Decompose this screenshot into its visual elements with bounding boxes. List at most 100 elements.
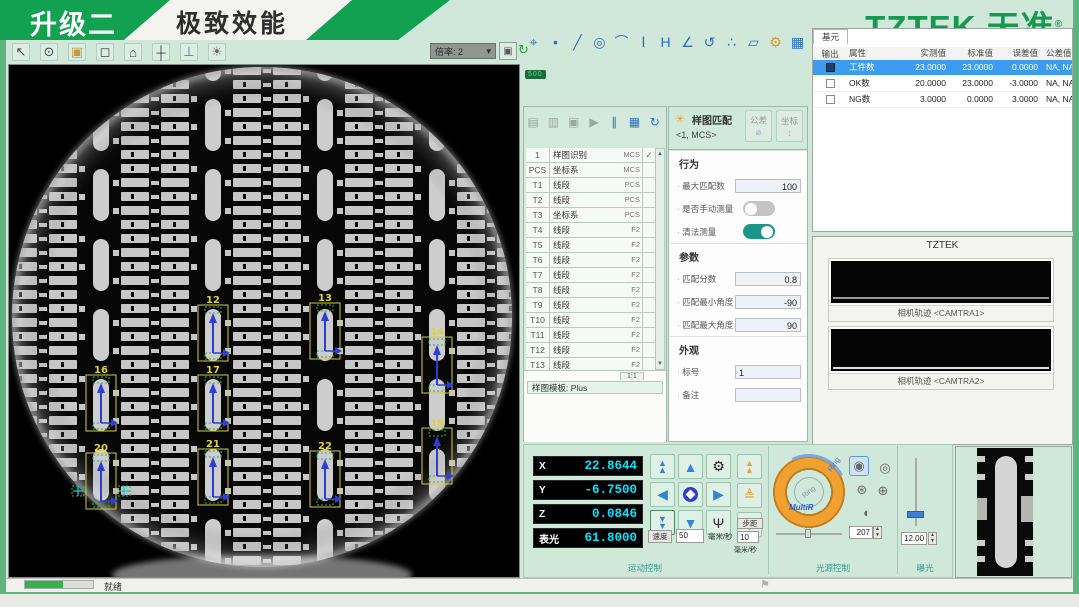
- speed-button[interactable]: 速度: [648, 530, 672, 543]
- results-cell: 23.0000: [950, 60, 997, 75]
- dro-axis-X: X22.8644: [533, 456, 643, 476]
- settings-gear-icon[interactable]: ⚙: [706, 454, 731, 479]
- z-up-fast-button[interactable]: ▲▲: [737, 454, 762, 479]
- crosshair-tool-icon[interactable]: ┼: [152, 43, 170, 61]
- copy-step-icon[interactable]: ▥: [547, 113, 559, 131]
- output-checkbox[interactable]: [826, 63, 835, 72]
- point-tool-icon[interactable]: •: [548, 33, 563, 51]
- results-cell: NA, NA: [1042, 92, 1072, 107]
- refresh-icon[interactable]: ↻: [649, 113, 661, 131]
- fit-view-icon[interactable]: ◻: [96, 43, 114, 61]
- step-distance-input[interactable]: 10: [737, 531, 759, 543]
- step-row[interactable]: T9线段F2: [526, 298, 655, 313]
- param-input[interactable]: -90: [735, 295, 801, 309]
- jog-right-button[interactable]: ▶: [706, 482, 731, 507]
- run-icon[interactable]: ▶: [588, 113, 600, 131]
- results-row[interactable]: 工件数23.000023.00000.0000NA, NA: [813, 60, 1072, 76]
- output-checkbox[interactable]: [826, 79, 835, 88]
- jog-left-button[interactable]: ◀: [650, 482, 675, 507]
- step-row[interactable]: T7线段F2: [526, 268, 655, 283]
- snapshot-button[interactable]: ▣: [499, 42, 517, 60]
- param-label: 最大匹配数: [677, 180, 735, 192]
- step-cell: [642, 163, 655, 177]
- step-row[interactable]: T4线段F2: [526, 223, 655, 238]
- angle-tool-icon[interactable]: ∠: [680, 33, 695, 51]
- tab-primitives[interactable]: 基元: [813, 29, 848, 44]
- step-row[interactable]: T1线段PCS: [526, 178, 655, 193]
- report-grid-icon[interactable]: ▦: [790, 33, 805, 51]
- param-input[interactable]: 100: [735, 179, 801, 193]
- output-checkbox[interactable]: [826, 95, 835, 104]
- step-row[interactable]: T11线段F2: [526, 328, 655, 343]
- line-tool-icon[interactable]: ╱: [570, 33, 585, 51]
- param-input[interactable]: 0.8: [735, 272, 801, 286]
- exposure-spinner[interactable]: ▲▼: [928, 532, 937, 545]
- scatter-tool-icon[interactable]: ∴: [724, 33, 739, 51]
- multi-ring-light-icon[interactable]: ⊛: [852, 480, 872, 500]
- back-light-icon[interactable]: ◐: [857, 502, 877, 522]
- gears-icon[interactable]: ⚙: [768, 33, 783, 51]
- image-open-icon[interactable]: ▣: [68, 43, 86, 61]
- coordinate-button[interactable]: 坐标↕: [776, 110, 803, 142]
- new-step-icon[interactable]: ▤: [527, 113, 539, 131]
- z-home-button[interactable]: ≜: [737, 483, 762, 508]
- ring-light-icon[interactable]: ◉: [849, 456, 869, 476]
- plane-tool-icon[interactable]: ▱: [746, 33, 761, 51]
- light-bulb-icon[interactable]: ☀: [208, 43, 226, 61]
- distance-tool-icon[interactable]: Ⅰ: [636, 33, 651, 51]
- step-row[interactable]: T2线段PCS: [526, 193, 655, 208]
- exposure-value-input[interactable]: 12.00: [901, 532, 927, 545]
- param-input[interactable]: 90: [735, 318, 801, 332]
- light-value-input[interactable]: 207: [849, 526, 873, 539]
- scroll-down-icon[interactable]: ▼: [656, 359, 664, 369]
- zoom-tool-icon[interactable]: ⊙: [40, 43, 58, 61]
- coaxial-light-icon[interactable]: ◎: [875, 458, 895, 478]
- results-row[interactable]: NG数3.00000.00003.0000NA, NA: [813, 92, 1072, 108]
- measure-tools-toolbar: ⌖ • ╱ ◎ ⌒ ⅠΗ ∠ ↺ ∴ ▱ ⚙ ▦: [526, 32, 810, 52]
- step-row[interactable]: T6线段F2: [526, 253, 655, 268]
- width-tool-icon[interactable]: Η: [658, 33, 673, 51]
- pan-view-icon[interactable]: ⌂: [124, 43, 142, 61]
- curve-tool-icon[interactable]: ↺: [702, 33, 717, 51]
- param-toggle[interactable]: [743, 201, 775, 216]
- camera-viewport[interactable]: 121314161719202122: [8, 64, 520, 578]
- step-row[interactable]: PCS坐标系MCS: [526, 163, 655, 178]
- param-toggle[interactable]: [743, 224, 775, 239]
- jog-up-button[interactable]: ▲: [678, 454, 703, 479]
- param-input[interactable]: 1: [735, 365, 801, 379]
- param-input[interactable]: [735, 388, 801, 402]
- scroll-up-icon[interactable]: ▲: [656, 149, 664, 159]
- grid-view-icon[interactable]: ▦: [628, 113, 640, 131]
- step-row[interactable]: 1样图识别MCS✓: [526, 148, 655, 163]
- jog-up-fast-button[interactable]: ▲▲: [650, 454, 675, 479]
- step-cell: T2: [526, 193, 550, 207]
- exposure-slider-handle[interactable]: [907, 511, 924, 518]
- step-cell: 线段: [550, 178, 615, 192]
- segment-light-icon[interactable]: ⊕: [873, 481, 893, 501]
- save-step-icon[interactable]: ▣: [568, 113, 580, 131]
- tolerance-button[interactable]: 公差⌀: [745, 110, 772, 142]
- results-row[interactable]: OK数20.000023.0000-3.0000NA, NA: [813, 76, 1072, 92]
- magnification-dropdown[interactable]: 倍率: 2 ▾: [430, 43, 496, 59]
- arc-tool-icon[interactable]: ⌒: [614, 33, 629, 51]
- circle-tool-icon[interactable]: ◎: [592, 33, 607, 51]
- app-window: 升级二 极致效能 TZTEK 天准® ↖⊙▣◻⌂┼⊥☀ 倍率: 2 ▾ ▣ ↻: [0, 0, 1079, 594]
- step-row[interactable]: T8线段F2: [526, 283, 655, 298]
- step-row[interactable]: T12线段F2: [526, 343, 655, 358]
- light-value-spinner[interactable]: ▲▼: [873, 526, 882, 539]
- cursor-tool-icon[interactable]: ↖: [12, 43, 30, 61]
- window-frame-left: [0, 0, 6, 594]
- template-name-bar[interactable]: 样图模板: Plus: [527, 381, 663, 394]
- stop-center-button[interactable]: [678, 482, 703, 507]
- template-zoom-tab[interactable]: 1:1: [620, 372, 644, 380]
- light-slider-handle[interactable]: [805, 529, 811, 538]
- speed-input[interactable]: 50: [676, 529, 704, 543]
- csys-tool-icon[interactable]: ⌖: [526, 33, 541, 51]
- step-row[interactable]: T10线段F2: [526, 313, 655, 328]
- step-distance-button[interactable]: 步距: [737, 518, 763, 529]
- steps-scrollbar[interactable]: ▲ ▼: [655, 148, 665, 370]
- pause-icon[interactable]: ∥: [608, 113, 620, 131]
- step-row[interactable]: T3坐标系PCS: [526, 208, 655, 223]
- step-row[interactable]: T5线段F2: [526, 238, 655, 253]
- caliper-tool-icon[interactable]: ⊥: [180, 43, 198, 61]
